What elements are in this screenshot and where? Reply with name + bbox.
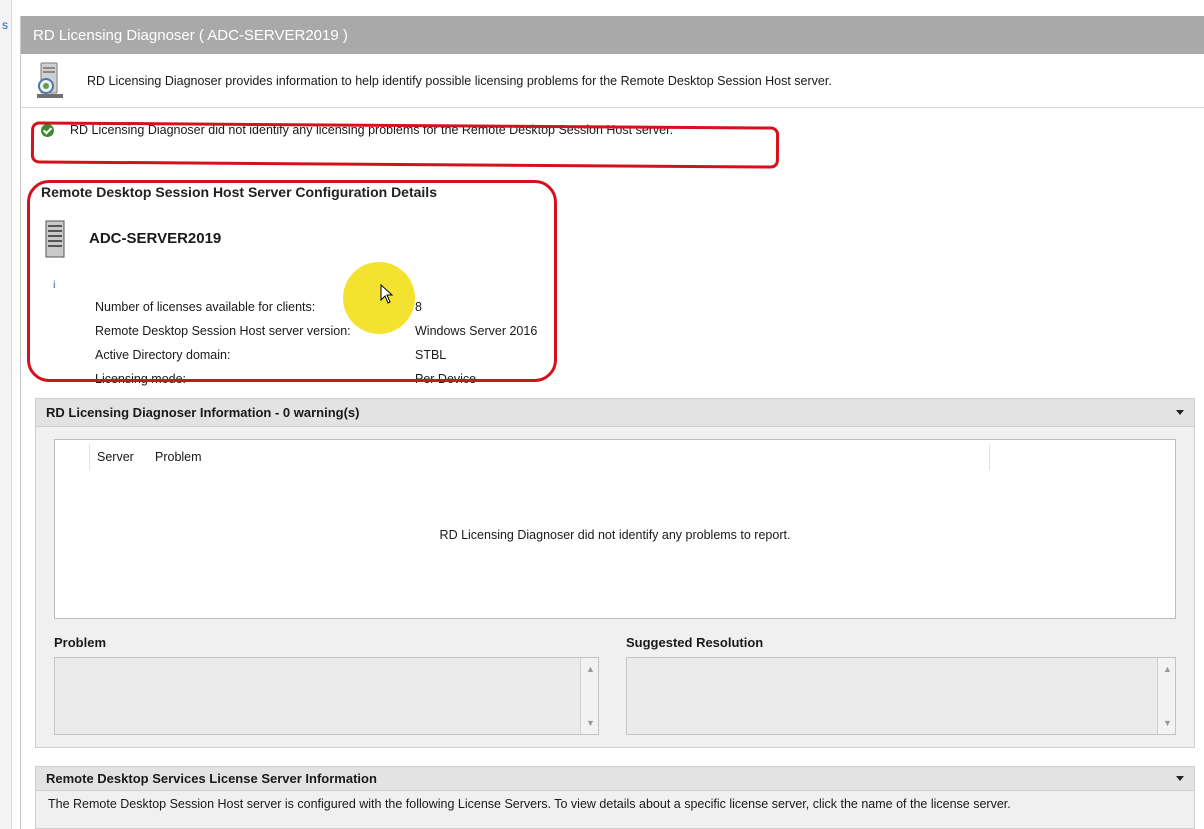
empty-table-message: RD Licensing Diagnoser did not identify … xyxy=(439,528,791,542)
scroll-up-icon[interactable]: ▲ xyxy=(586,664,595,674)
column-header-problem[interactable]: Problem xyxy=(155,450,202,464)
annotation-status-outline xyxy=(30,121,780,169)
rd-licensing-diagnoser-window: RD Licensing Diagnoser ( ADC-SERVER2019 … xyxy=(20,16,1204,829)
intro-text: RD Licensing Diagnoser provides informat… xyxy=(87,73,832,88)
left-pane-label: s xyxy=(2,18,8,32)
intro-bar: RD Licensing Diagnoser provides informat… xyxy=(21,54,1204,108)
column-divider xyxy=(89,444,90,470)
column-header-server[interactable]: Server xyxy=(97,450,134,464)
collapse-arrow-icon[interactable] xyxy=(1176,410,1184,415)
problem-textbox[interactable]: ▲ ▼ xyxy=(54,657,599,735)
window-title: RD Licensing Diagnoser ( ADC-SERVER2019 … xyxy=(33,26,348,44)
diagnoser-info-panel: RD Licensing Diagnoser Information - 0 w… xyxy=(35,398,1195,748)
license-server-panel: Remote Desktop Services License Server I… xyxy=(35,766,1195,829)
column-divider xyxy=(989,444,990,470)
license-server-header[interactable]: Remote Desktop Services License Server I… xyxy=(36,767,1194,791)
scroll-down-icon[interactable]: ▼ xyxy=(1163,718,1172,728)
left-pane-strip: s xyxy=(0,0,12,829)
diagnoser-icon xyxy=(37,62,63,98)
license-server-description: The Remote Desktop Session Host server i… xyxy=(48,797,1011,811)
scroll-down-icon[interactable]: ▼ xyxy=(586,718,595,728)
problems-table: Server Problem RD Licensing Diagnoser di… xyxy=(54,439,1176,619)
diagnoser-info-header[interactable]: RD Licensing Diagnoser Information - 0 w… xyxy=(36,399,1194,427)
diagnoser-info-title: RD Licensing Diagnoser Information - 0 w… xyxy=(46,405,360,420)
problem-scrollbar[interactable]: ▲ ▼ xyxy=(580,658,598,734)
window-titlebar: RD Licensing Diagnoser ( ADC-SERVER2019 … xyxy=(21,16,1204,54)
collapse-arrow-icon[interactable] xyxy=(1176,776,1184,781)
resolution-label: Suggested Resolution xyxy=(626,635,764,650)
problem-label: Problem xyxy=(54,635,107,650)
license-server-title: Remote Desktop Services License Server I… xyxy=(46,771,377,786)
scroll-up-icon[interactable]: ▲ xyxy=(1163,664,1172,674)
resolution-scrollbar[interactable]: ▲ ▼ xyxy=(1157,658,1175,734)
resolution-textbox[interactable]: ▲ ▼ xyxy=(626,657,1176,735)
annotation-config-outline xyxy=(27,180,557,382)
